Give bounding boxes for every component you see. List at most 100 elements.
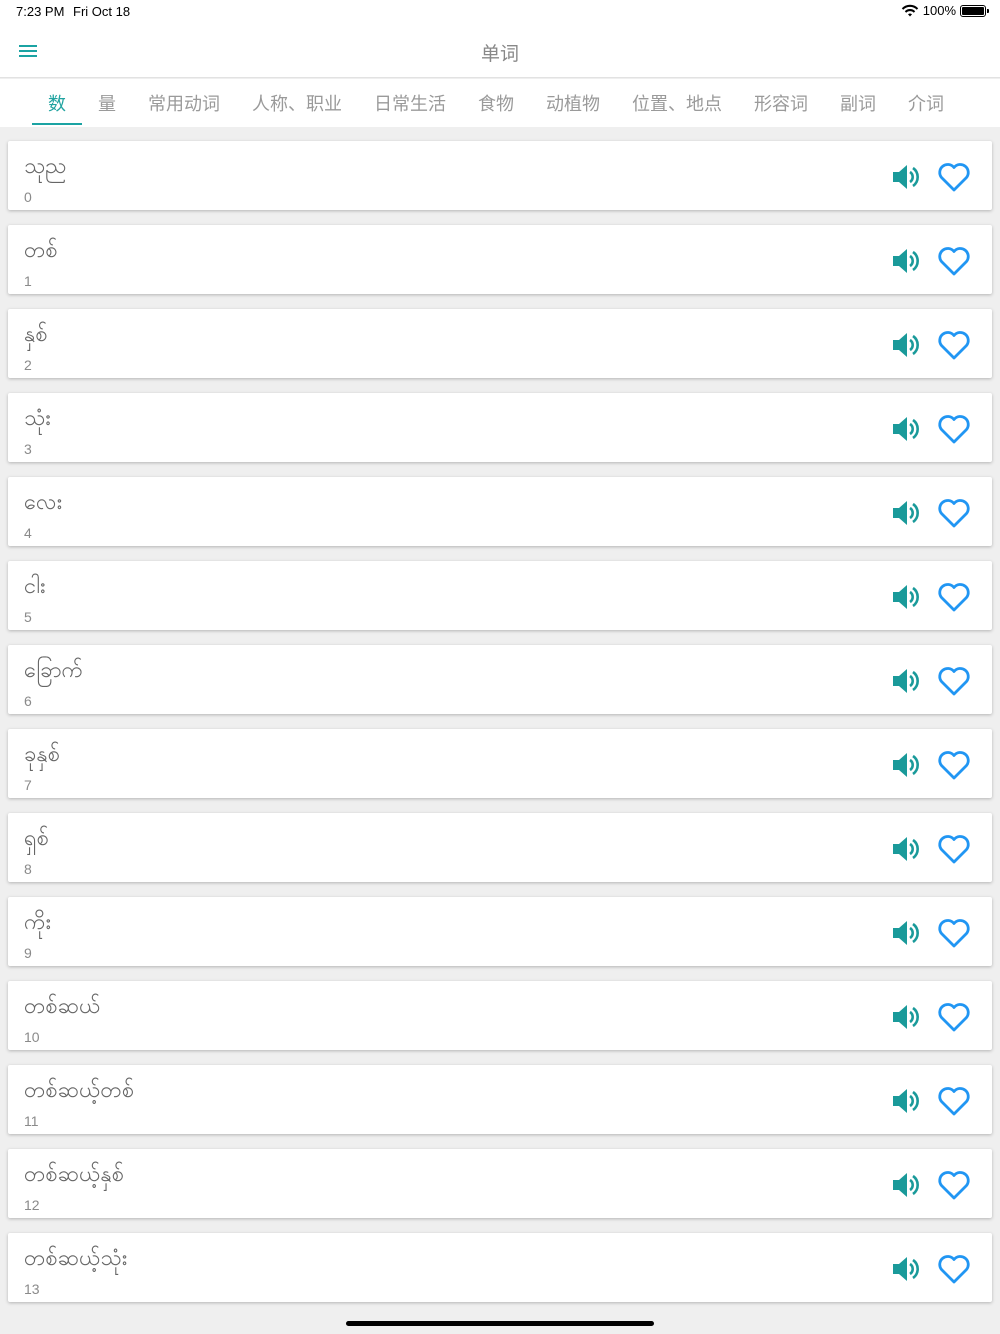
favorite-button[interactable] — [937, 161, 971, 193]
word-number: 11 — [24, 1113, 39, 1129]
word-text: လေး — [24, 490, 63, 515]
word-number: 8 — [24, 861, 32, 877]
word-number: 0 — [24, 189, 32, 205]
favorite-button[interactable] — [937, 917, 971, 949]
favorite-button[interactable] — [937, 833, 971, 865]
play-audio-button[interactable] — [890, 667, 922, 695]
play-audio-button[interactable] — [890, 1255, 922, 1283]
list-item[interactable]: သုံး 3 — [8, 393, 992, 462]
speaker-icon — [893, 501, 919, 525]
favorite-button[interactable] — [937, 1253, 971, 1285]
favorite-button[interactable] — [937, 1169, 971, 1201]
play-audio-button[interactable] — [890, 919, 922, 947]
play-audio-button[interactable] — [890, 835, 922, 863]
tab-1[interactable]: 量 — [82, 79, 132, 127]
heart-outline-icon — [938, 1255, 970, 1284]
tab-5[interactable]: 食物 — [462, 79, 530, 127]
list-item[interactable]: ခြောက် 6 — [8, 645, 992, 714]
tab-10[interactable]: 介词 — [892, 79, 960, 127]
list-item[interactable]: ရှစ် 8 — [8, 813, 992, 882]
speaker-icon — [893, 753, 919, 777]
play-audio-button[interactable] — [890, 499, 922, 527]
list-item[interactable]: ကိုး 9 — [8, 897, 992, 966]
word-text: ခြောက် — [24, 658, 84, 683]
list-item[interactable]: ငါး 5 — [8, 561, 992, 630]
favorite-button[interactable] — [937, 1085, 971, 1117]
word-text: တစ်ဆယ့်တစ် — [24, 1078, 135, 1103]
page-title: 单词 — [480, 43, 519, 65]
favorite-button[interactable] — [937, 749, 971, 781]
favorite-button[interactable] — [937, 1001, 971, 1033]
heart-outline-icon — [938, 667, 970, 696]
favorite-button[interactable] — [937, 245, 971, 277]
tab-4[interactable]: 日常生活 — [358, 79, 462, 127]
heart-outline-icon — [938, 163, 970, 192]
word-text: ကိုး — [24, 910, 52, 935]
favorite-button[interactable] — [937, 497, 971, 529]
word-text: သုည — [24, 154, 67, 179]
word-number: 10 — [24, 1029, 40, 1045]
word-text: နှစ် — [24, 322, 48, 347]
play-audio-button[interactable] — [890, 1171, 922, 1199]
play-audio-button[interactable] — [890, 583, 922, 611]
word-text: ရှစ် — [24, 826, 50, 851]
word-number: 12 — [24, 1197, 40, 1213]
play-audio-button[interactable] — [890, 751, 922, 779]
tab-6[interactable]: 动植物 — [530, 79, 616, 127]
tab-8[interactable]: 形容词 — [738, 79, 824, 127]
play-audio-button[interactable] — [890, 1087, 922, 1115]
home-indicator[interactable] — [346, 1321, 654, 1326]
word-number: 7 — [24, 777, 32, 793]
category-tabs: 数量常用动词 人称、职业 日常生活 食物 动植物 位置、地点 形容词 副词 介词 — [0, 79, 1000, 127]
heart-outline-icon — [938, 247, 970, 276]
favorite-button[interactable] — [937, 665, 971, 697]
word-number: 1 — [24, 273, 32, 289]
speaker-icon — [893, 165, 919, 189]
word-text: တစ်ဆယ် — [24, 994, 101, 1019]
status-date: Fri Oct 18 — [73, 4, 131, 19]
speaker-icon — [893, 585, 919, 609]
word-number: 4 — [24, 525, 32, 541]
word-number: 13 — [24, 1281, 40, 1297]
play-audio-button[interactable] — [890, 247, 922, 275]
tab-3[interactable]: 人称、职业 — [236, 79, 358, 127]
favorite-button[interactable] — [937, 581, 971, 613]
play-audio-button[interactable] — [890, 415, 922, 443]
speaker-icon — [893, 1089, 919, 1113]
tab-7[interactable]: 位置、地点 — [616, 79, 738, 127]
play-audio-button[interactable] — [890, 1003, 922, 1031]
favorite-button[interactable] — [937, 413, 971, 445]
word-text: ခုနှစ် — [24, 742, 61, 767]
list-item[interactable]: တစ် 1 — [8, 225, 992, 294]
list-item[interactable]: တစ်ဆယ့်တစ် 11 — [8, 1065, 992, 1134]
list-item[interactable]: တစ်ဆယ့်သုံး 13 — [8, 1233, 992, 1302]
list-item[interactable]: သုည 0 — [8, 141, 992, 210]
heart-outline-icon — [938, 751, 970, 780]
play-audio-button[interactable] — [890, 163, 922, 191]
list-item[interactable]: လေး 4 — [8, 477, 992, 546]
tab-2[interactable]: 常用动词 — [132, 79, 236, 127]
heart-outline-icon — [938, 919, 970, 948]
speaker-icon — [893, 669, 919, 693]
word-text: တစ် — [24, 238, 58, 263]
heart-outline-icon — [938, 415, 970, 444]
word-text: တစ်ဆယ့်နှစ် — [24, 1162, 125, 1187]
speaker-icon — [893, 921, 919, 945]
status-time: 7:23 PM — [16, 4, 65, 19]
favorite-button[interactable] — [937, 329, 971, 361]
list-item[interactable]: တစ်ဆယ့်နှစ် 12 — [8, 1149, 992, 1218]
heart-outline-icon — [938, 835, 970, 864]
word-text: ငါး — [24, 574, 46, 599]
list-item[interactable]: နှစ် 2 — [8, 309, 992, 378]
battery-icon — [960, 4, 989, 17]
tab-0[interactable]: 数 — [32, 79, 82, 127]
word-number: 9 — [24, 945, 32, 961]
heart-outline-icon — [938, 1003, 970, 1032]
word-number: 3 — [24, 441, 32, 457]
heart-outline-icon — [938, 1171, 970, 1200]
tab-9[interactable]: 副词 — [824, 79, 892, 127]
play-audio-button[interactable] — [890, 331, 922, 359]
list-item[interactable]: ခုနှစ် 7 — [8, 729, 992, 798]
wifi-icon — [901, 4, 918, 16]
list-item[interactable]: တစ်ဆယ် 10 — [8, 981, 992, 1050]
